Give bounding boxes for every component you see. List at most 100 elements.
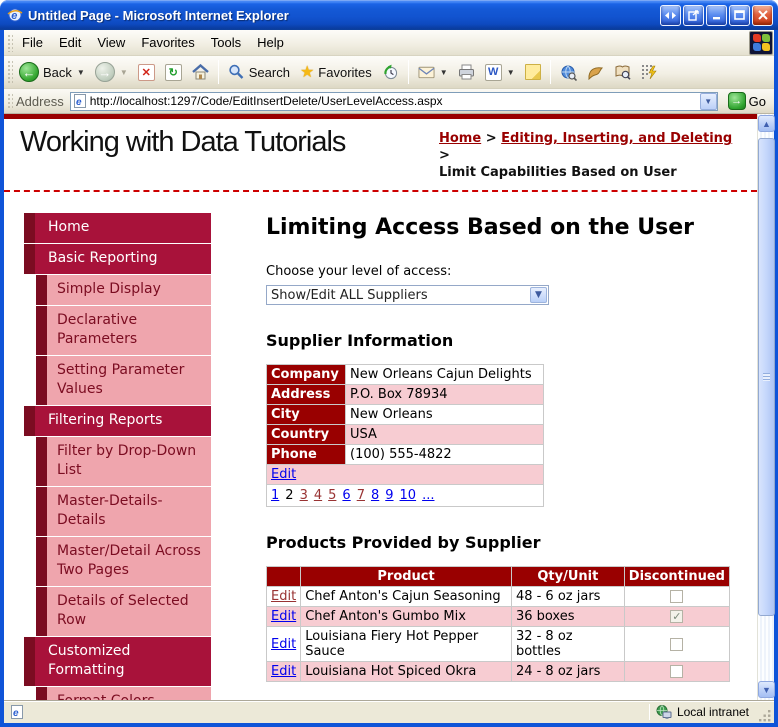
dropdown-selected-value: Show/Edit ALL Suppliers (271, 287, 428, 303)
menu-tools[interactable]: Tools (203, 31, 249, 54)
address-bar: Address e ▼ → Go (4, 89, 774, 114)
toolbar-grip[interactable] (6, 92, 13, 110)
history-button[interactable] (377, 62, 404, 83)
note-button[interactable] (520, 62, 546, 82)
sidebar-item-setting-parameter-values[interactable]: Setting Parameter Values (36, 356, 211, 405)
pager-page-10[interactable]: 10 (400, 488, 417, 503)
sidebar-item-declarative-parameters[interactable]: Declarative Parameters (36, 306, 211, 355)
address-input[interactable] (87, 94, 700, 108)
pager-page-5[interactable]: 5 (328, 488, 336, 503)
pager-page-1[interactable]: 1 (271, 488, 279, 503)
chevron-down-icon[interactable]: ▼ (530, 287, 547, 303)
product-edit-link[interactable]: Edit (271, 664, 296, 679)
menu-view[interactable]: View (89, 31, 133, 54)
standard-toolbar: ← Back ▼ → ▼ ✕ ↻ Search ★ Favorites ▼ W … (4, 56, 774, 89)
minimize-button[interactable] (706, 4, 727, 26)
research-button[interactable] (555, 62, 582, 83)
sidebar-item-master-details-details[interactable]: Master-Details-Details (36, 487, 211, 536)
svg-text:e: e (76, 97, 82, 108)
pager-page-8[interactable]: 8 (371, 488, 379, 503)
mail-button[interactable]: ▼ (413, 62, 453, 83)
globe-search-icon (560, 64, 577, 81)
scroll-down-button[interactable]: ▼ (758, 681, 775, 698)
pager-page-4[interactable]: 4 (314, 488, 322, 503)
page-body: Home Basic Reporting Simple Display Decl… (4, 192, 757, 700)
pager-page-2-current: 2 (285, 488, 294, 503)
table-row: Edit Chef Anton's Gumbo Mix 36 boxes (265, 606, 731, 627)
pager-page-6[interactable]: 6 (342, 488, 350, 503)
table-row: Address P.O. Box 78934 (266, 384, 544, 405)
edit-dropdown-icon[interactable]: ▼ (507, 68, 515, 77)
svg-text:e: e (13, 708, 19, 719)
menu-edit[interactable]: Edit (51, 31, 89, 54)
book-search-button[interactable] (609, 62, 636, 83)
supplier-city-value: New Orleans (345, 404, 544, 425)
discontinued-checkbox (670, 637, 684, 651)
sidebar-item-simple-display[interactable]: Simple Display (36, 275, 211, 305)
forward-dropdown-icon[interactable]: ▼ (120, 68, 128, 77)
mail-dropdown-icon[interactable]: ▼ (440, 68, 448, 77)
print-button[interactable] (453, 62, 480, 83)
go-button[interactable]: → Go (724, 91, 770, 111)
sidebar-item-basic-reporting[interactable]: Basic Reporting (24, 244, 211, 274)
pager-ellipsis[interactable]: ... (422, 488, 434, 503)
forward-button[interactable]: → ▼ (90, 60, 133, 84)
discontinued-checkbox (670, 590, 684, 603)
refresh-button[interactable]: ↻ (160, 62, 187, 83)
back-button[interactable]: ← Back ▼ (14, 60, 90, 84)
maximize-button[interactable] (729, 4, 750, 26)
breadcrumb-section-link[interactable]: Editing, Inserting, and Deleting (501, 131, 732, 146)
pager-page-3[interactable]: 3 (300, 488, 308, 503)
toolbar-grip[interactable] (6, 33, 13, 52)
edit-with-word-button[interactable]: W ▼ (480, 62, 520, 83)
close-button[interactable] (752, 4, 773, 26)
address-box: e ▼ (69, 91, 718, 111)
pager-page-7[interactable]: 7 (357, 488, 365, 503)
window-resize-button[interactable] (660, 4, 681, 26)
sidebar-item-customized-formatting[interactable]: Customized Formatting (24, 637, 211, 686)
stop-icon: ✕ (137, 63, 155, 81)
column-qty-unit: Qty/Unit (510, 566, 625, 587)
pager-page-9[interactable]: 9 (385, 488, 393, 503)
scrollbar-thumb[interactable] (758, 138, 775, 616)
messenger-button[interactable] (582, 62, 609, 83)
favorites-button[interactable]: ★ Favorites (295, 60, 377, 84)
table-row: Edit Louisiana Hot Spiced Okra 24 - 8 oz… (265, 661, 731, 682)
sidebar-item-filter-by-dropdown-list[interactable]: Filter by Drop-Down List (36, 437, 211, 486)
scroll-up-button[interactable]: ▲ (758, 115, 775, 132)
sidebar-item-home[interactable]: Home (24, 213, 211, 243)
toolbar-grip[interactable] (6, 59, 13, 85)
stop-button[interactable]: ✕ (133, 62, 160, 83)
product-edit-link[interactable]: Edit (271, 609, 296, 624)
supplier-address-value: P.O. Box 78934 (345, 384, 544, 405)
breadcrumb-home-link[interactable]: Home (439, 131, 481, 146)
table-row: Phone (100) 555-4822 (266, 444, 544, 465)
search-button[interactable]: Search (223, 62, 295, 83)
menu-help[interactable]: Help (249, 31, 292, 54)
page-ie-icon: e (9, 705, 25, 720)
vertical-scrollbar[interactable]: ▲ ▼ (757, 114, 775, 700)
home-button[interactable] (187, 62, 214, 83)
ie-logo-icon: e (6, 7, 23, 24)
supplier-details-table: Company New Orleans Cajun Delights Addre… (266, 364, 544, 507)
grid-tool-button[interactable] (636, 62, 663, 83)
address-dropdown-button[interactable]: ▼ (699, 92, 717, 110)
sidebar-item-format-colors[interactable]: Format Colors (36, 687, 211, 700)
back-icon: ← (19, 62, 39, 82)
supplier-edit-link[interactable]: Edit (271, 467, 296, 482)
sidebar-item-filtering-reports[interactable]: Filtering Reports (24, 406, 211, 436)
resize-grip-icon[interactable] (759, 710, 772, 723)
supplier-section-heading: Supplier Information (266, 331, 454, 350)
sidebar-item-master-detail-across-two-pages[interactable]: Master/Detail Across Two Pages (36, 537, 211, 586)
window-popout-button[interactable] (683, 4, 704, 26)
menu-favorites[interactable]: Favorites (133, 31, 202, 54)
column-product: Product (300, 566, 512, 587)
table-row: Company New Orleans Cajun Delights (266, 364, 544, 385)
access-level-dropdown[interactable]: Show/Edit ALL Suppliers ▼ (266, 285, 549, 305)
menu-file[interactable]: File (14, 31, 51, 54)
status-bar: e Local intranet (4, 700, 774, 723)
back-dropdown-icon[interactable]: ▼ (77, 68, 85, 77)
sidebar-item-details-of-selected-row[interactable]: Details of Selected Row (36, 587, 211, 636)
product-edit-link[interactable]: Edit (271, 637, 296, 652)
product-edit-link[interactable]: Edit (271, 589, 296, 604)
